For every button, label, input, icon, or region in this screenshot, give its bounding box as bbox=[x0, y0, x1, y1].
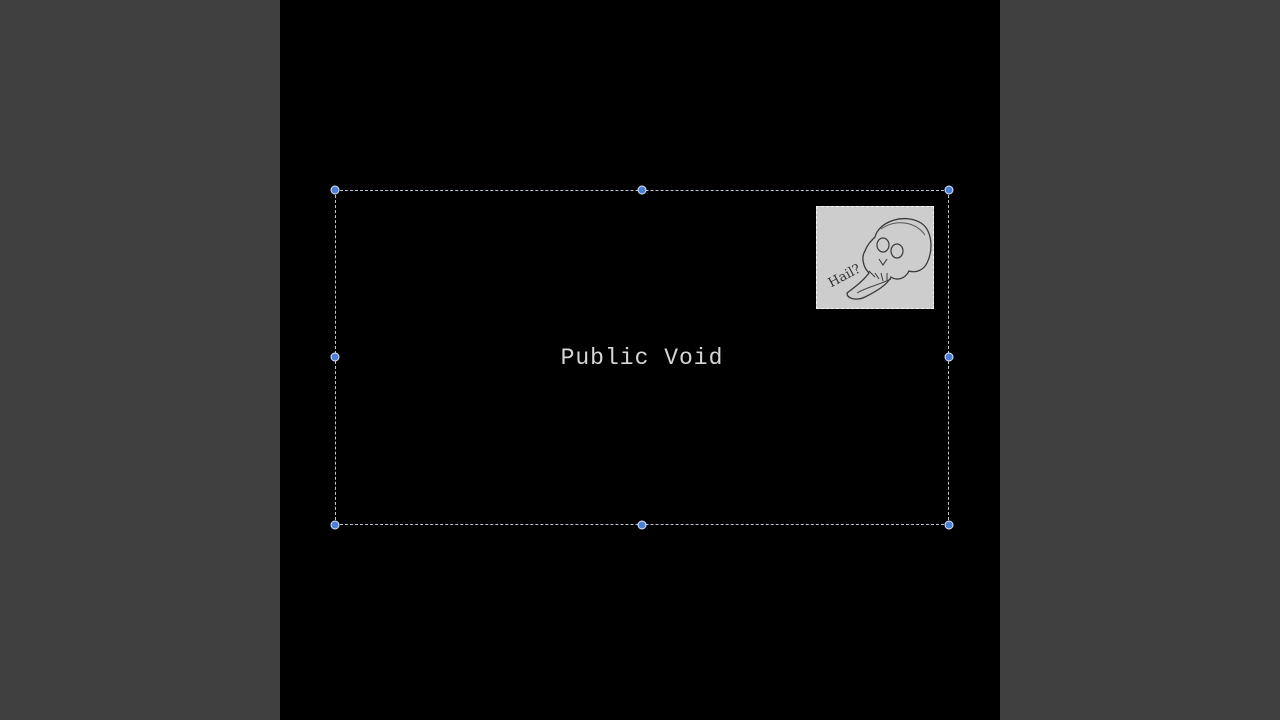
resize-handle-right[interactable] bbox=[944, 352, 954, 362]
selected-envelope-group[interactable]: Public Void Hail? bbox=[335, 190, 949, 525]
workspace-right-margin bbox=[1000, 0, 1280, 720]
resize-handle-top[interactable] bbox=[637, 185, 647, 195]
resize-handle-bottom-right[interactable] bbox=[944, 520, 954, 530]
resize-handle-bottom[interactable] bbox=[637, 520, 647, 530]
resize-handle-top-right[interactable] bbox=[944, 185, 954, 195]
workspace-left-margin bbox=[0, 0, 280, 720]
resize-handle-bottom-left[interactable] bbox=[330, 520, 340, 530]
resize-handle-left[interactable] bbox=[330, 352, 340, 362]
resize-handle-top-left[interactable] bbox=[330, 185, 340, 195]
address-text[interactable]: Public Void bbox=[336, 343, 948, 373]
skull-sketch-icon: Hail? bbox=[817, 207, 933, 308]
stamp-image[interactable]: Hail? bbox=[816, 206, 934, 309]
